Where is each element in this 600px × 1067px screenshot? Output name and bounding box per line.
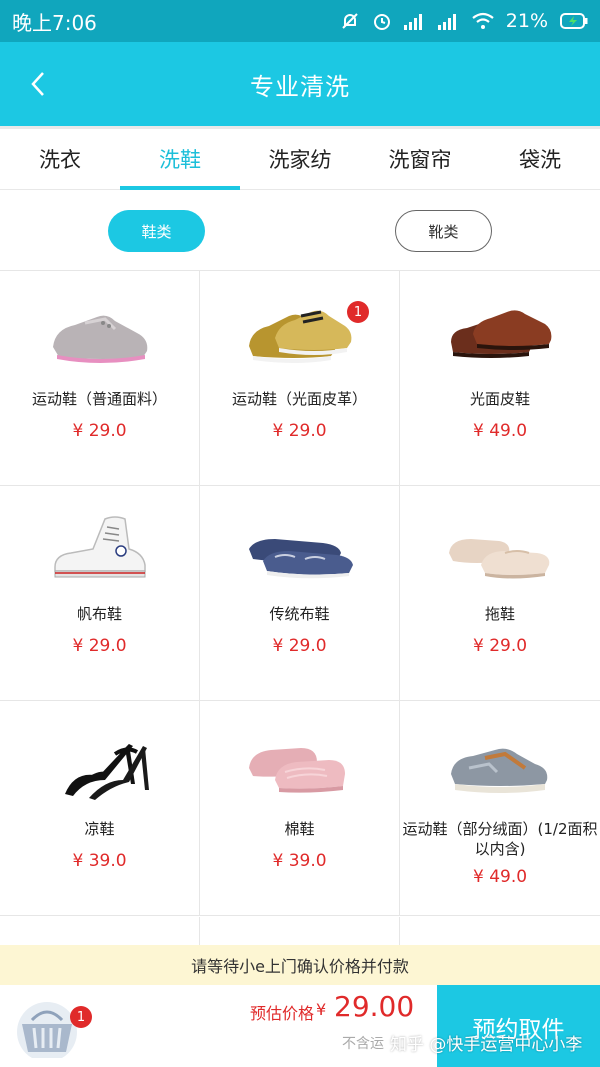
basket-count-badge: 1: [70, 1006, 92, 1028]
product-price: ¥ 29.0: [72, 421, 127, 441]
tab-shoes[interactable]: 洗鞋: [120, 129, 240, 190]
sneaker-mesh-icon: [40, 289, 160, 379]
product-card[interactable]: 运动鞋（部分绒面）(1/2面积以内含) ¥ 49.0: [400, 701, 600, 916]
product-grid: 运动鞋（普通面料） ¥ 29.0 1 运动鞋（光面皮革） ¥ 29.0 光面皮鞋…: [0, 270, 600, 916]
product-card[interactable]: 1 运动鞋（光面皮革） ¥ 29.0: [200, 271, 400, 486]
product-price: ¥ 39.0: [272, 851, 327, 871]
product-name: 棉鞋: [284, 820, 315, 838]
shipping-note: 不含运: [342, 1036, 384, 1052]
wifi-icon: [472, 12, 494, 30]
product-price: ¥ 29.0: [272, 421, 327, 441]
tab-bag-wash[interactable]: 袋洗: [480, 129, 600, 189]
product-name: 帆布鞋: [76, 605, 122, 623]
product-card[interactable]: 棉鞋 ¥ 39.0: [200, 701, 400, 916]
status-time: 晚上7:06: [12, 10, 97, 35]
product-price: ¥ 49.0: [472, 421, 528, 441]
product-name: 传统布鞋: [269, 605, 330, 623]
product-card[interactable]: 光面皮鞋 ¥ 49.0: [400, 271, 600, 486]
sandal-icon: [40, 719, 160, 809]
tab-home-textiles[interactable]: 洗家纺: [240, 129, 360, 189]
product-name: 运动鞋（普通面料）: [31, 390, 167, 408]
product-card[interactable]: 拖鞋 ¥ 29.0: [400, 486, 600, 701]
next-row-partial: [0, 917, 600, 945]
category-tabs: 洗衣 洗鞋 洗家纺 洗窗帘 袋洗: [0, 126, 600, 190]
product-name: 光面皮鞋: [469, 390, 530, 408]
header: 专业清洗: [0, 42, 600, 126]
product-name: 运动鞋（光面皮革）: [231, 390, 367, 408]
product-price: ¥ 29.0: [472, 636, 528, 656]
sneaker-gold-icon: [240, 289, 360, 379]
slipper-icon: [440, 504, 560, 594]
payment-notice: 请等待小e上门确认价格并付款: [0, 945, 600, 985]
product-price: ¥ 29.0: [72, 636, 127, 656]
product-name: 拖鞋: [484, 605, 515, 623]
product-card[interactable]: 凉鞋 ¥ 39.0: [0, 701, 200, 916]
cart-count-badge: 1: [347, 301, 369, 323]
status-icons: 21%: [340, 10, 588, 32]
product-card[interactable]: 帆布鞋 ¥ 29.0: [0, 486, 200, 701]
product-price: ¥ 49.0: [472, 867, 528, 887]
canvas-high-top-icon: [40, 504, 160, 594]
signal-icon-2: [437, 12, 460, 30]
filter-shoes-pill[interactable]: 鞋类: [108, 210, 205, 252]
tab-curtains[interactable]: 洗窗帘: [360, 129, 480, 189]
signal-icon-1: [403, 12, 426, 30]
estimate-value: 29.00: [334, 990, 415, 1023]
filter-boots-pill[interactable]: 靴类: [395, 210, 492, 252]
cloth-shoe-icon: [240, 504, 360, 594]
product-price: ¥ 29.0: [272, 636, 327, 656]
estimate-label: 预估价格: [250, 1004, 315, 1023]
leather-shoe-icon: [440, 289, 560, 379]
battery-percent: 21%: [505, 10, 548, 32]
product-name: 运动鞋（部分绒面）(1/2面积以内含): [402, 820, 598, 858]
battery-charging-icon: [560, 13, 588, 29]
cotton-shoe-icon: [240, 719, 360, 809]
subcategory-filters: 鞋类 靴类: [0, 190, 600, 270]
estimate-currency: ¥: [316, 1000, 327, 1019]
back-button[interactable]: [22, 68, 54, 100]
page-title: 专业清洗: [250, 72, 350, 101]
product-price: ¥ 39.0: [72, 851, 127, 871]
mute-bell-icon: [340, 11, 360, 31]
basket-icon[interactable]: [14, 998, 80, 1062]
product-card[interactable]: 传统布鞋 ¥ 29.0: [200, 486, 400, 701]
sneaker-suede-icon: [440, 719, 560, 809]
chevron-left-icon: [31, 72, 44, 96]
status-bar: 晚上7:06 21%: [0, 0, 600, 42]
alarm-icon: [372, 11, 392, 31]
product-name: 凉鞋: [84, 820, 115, 838]
tab-clothes[interactable]: 洗衣: [0, 129, 120, 189]
product-card[interactable]: 运动鞋（普通面料） ¥ 29.0: [0, 271, 200, 486]
watermark: 知乎 @快手运营中心小李: [390, 1035, 583, 1055]
